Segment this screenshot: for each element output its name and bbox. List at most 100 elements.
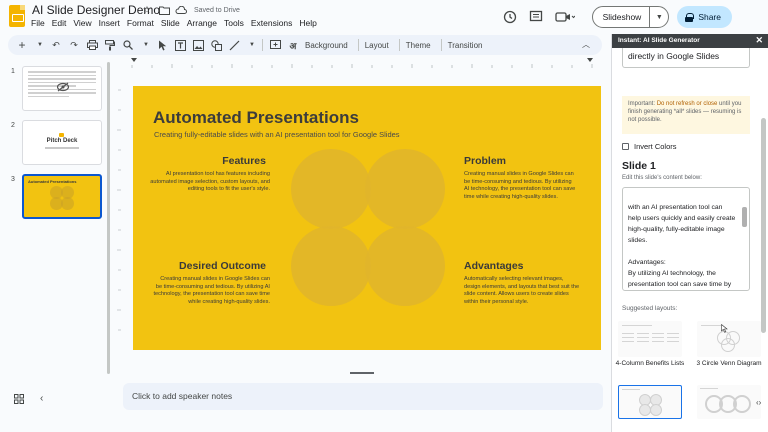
saved-status: Saved to Drive: [194, 6, 240, 14]
chevron-left-icon[interactable]: ‹: [40, 393, 43, 404]
problem-body[interactable]: Creating manual slides in Google Slides …: [464, 171, 578, 201]
slide-thumbnail-3[interactable]: Automated Presentations: [22, 174, 102, 219]
prompt-textarea[interactable]: directly in Google Slides: [622, 48, 750, 68]
share-label: Share: [698, 12, 721, 22]
image-icon[interactable]: [192, 39, 204, 51]
features-body[interactable]: AI presentation tool has features includ…: [146, 171, 270, 194]
thumbnail-title: Pitch Deck: [46, 138, 78, 144]
toolbar-divider: [440, 39, 442, 51]
input-tools-icon[interactable]: अ: [287, 39, 299, 51]
layout-card-rings[interactable]: [697, 385, 761, 419]
close-icon[interactable]: ✕: [755, 35, 763, 46]
advantages-body[interactable]: Automatically selecting relevant images,…: [464, 276, 581, 306]
venn-circle[interactable]: [365, 149, 445, 229]
redo-icon[interactable]: ↷: [68, 39, 80, 51]
chevron-down-icon[interactable]: ▼: [246, 39, 258, 51]
slide-canvas[interactable]: Automated Presentations Creating fully-e…: [133, 86, 601, 350]
undo-icon[interactable]: ↶: [50, 39, 62, 51]
layout-name[interactable]: 3 Circle Venn Diagram: [694, 359, 764, 368]
add-slide-icon[interactable]: +: [16, 38, 28, 52]
edit-content-label: Edit this slide's content below:: [622, 175, 702, 181]
venn-circle[interactable]: [291, 149, 371, 229]
speaker-notes-placeholder: Click to add speaker notes: [132, 391, 233, 401]
add-comment-icon[interactable]: [269, 39, 281, 51]
chevron-down-icon[interactable]: ▼: [140, 39, 152, 51]
advantages-heading[interactable]: Advantages: [464, 260, 524, 272]
layout-card-venn[interactable]: [697, 321, 761, 357]
thumbnail-subtitle-line: [45, 147, 79, 149]
menu-insert[interactable]: Insert: [99, 18, 120, 28]
select-cursor-icon[interactable]: [156, 39, 168, 51]
slideshow-button[interactable]: Slideshow ▼: [591, 6, 670, 28]
desired-outcome-heading[interactable]: Desired Outcome: [153, 260, 266, 272]
slides-logo-icon[interactable]: [9, 5, 25, 27]
warning-highlight: Do not refresh or close: [656, 101, 718, 107]
share-button[interactable]: Share: [677, 6, 732, 28]
menu-tools[interactable]: Tools: [224, 18, 244, 28]
slide-thumbnail-2[interactable]: Pitch Deck: [22, 120, 102, 165]
filmstrip-scrollbar[interactable]: [107, 62, 110, 374]
chevron-up-icon[interactable]: ︿: [582, 39, 590, 50]
notes-resize-handle[interactable]: [350, 372, 374, 374]
menu-extensions[interactable]: Extensions: [251, 18, 293, 28]
layout-name[interactable]: 4-Column Benefits Lists: [615, 359, 685, 368]
toolbar: + ▼ ↶ ↷ ▼ ▼ अ Background Layout Theme Tr…: [8, 35, 602, 55]
slide-content-textarea[interactable]: with an AI presentation tool can help us…: [622, 187, 750, 291]
move-folder-icon[interactable]: [158, 4, 170, 16]
desired-outcome-body[interactable]: Creating manual slides in Google Slides …: [153, 276, 270, 306]
grid-view-icon[interactable]: [14, 394, 24, 407]
slide-title[interactable]: Automated Presentations: [153, 108, 359, 128]
theme-button[interactable]: Theme: [406, 41, 431, 50]
problem-heading[interactable]: Problem: [464, 155, 506, 167]
hidden-slide-icon: [57, 82, 69, 92]
invert-colors-option[interactable]: Invert Colors: [622, 142, 677, 151]
cloud-saved-icon[interactable]: [175, 4, 187, 16]
panel-scrollbar[interactable]: [761, 118, 766, 333]
shape-icon[interactable]: [210, 39, 222, 51]
mouse-pointer-icon: [721, 324, 728, 333]
toolbar-divider: [262, 39, 263, 51]
meet-camera-icon[interactable]: [554, 9, 576, 25]
line-icon[interactable]: [228, 39, 240, 51]
layout-button[interactable]: Layout: [365, 41, 389, 50]
features-heading[interactable]: Features: [153, 155, 266, 167]
expand-arrows-icon[interactable]: ‹›: [756, 398, 761, 407]
print-icon[interactable]: [86, 39, 98, 51]
venn-circle[interactable]: [365, 226, 445, 306]
chevron-down-icon[interactable]: ▼: [34, 39, 46, 51]
speaker-notes[interactable]: Click to add speaker notes: [123, 383, 603, 410]
slide-subtitle[interactable]: Creating fully-editable slides with an A…: [154, 130, 400, 139]
lock-icon: [685, 12, 695, 22]
textarea-scrollbar[interactable]: [742, 207, 747, 227]
layout-card-4-column[interactable]: [618, 321, 682, 357]
invert-colors-label: Invert Colors: [634, 142, 677, 151]
menu-bar: File Edit View Insert Format Slide Arran…: [31, 18, 317, 28]
slideshow-label[interactable]: Slideshow: [593, 7, 651, 27]
star-icon[interactable]: ☆: [141, 4, 153, 16]
comments-icon[interactable]: [528, 9, 544, 25]
menu-view[interactable]: View: [73, 18, 91, 28]
vertical-ruler: [117, 89, 121, 331]
slide-content-text: with an AI presentation tool can help us…: [628, 204, 736, 288]
paint-format-icon[interactable]: [104, 39, 116, 51]
text-box-icon[interactable]: [174, 39, 186, 51]
title-icons: ☆ Saved to Drive: [141, 4, 240, 16]
transition-button[interactable]: Transition: [448, 41, 483, 50]
zoom-icon[interactable]: [122, 39, 134, 51]
invert-colors-checkbox[interactable]: [622, 143, 629, 150]
background-button[interactable]: Background: [305, 41, 348, 50]
slide-number: 2: [11, 122, 15, 129]
venn-circle[interactable]: [291, 226, 371, 306]
warning-prefix: Important:: [628, 101, 657, 107]
menu-edit[interactable]: Edit: [52, 18, 67, 28]
slide-thumbnail-1[interactable]: [22, 66, 102, 111]
chevron-down-icon[interactable]: ▼: [650, 14, 668, 21]
layout-card-circles[interactable]: [618, 385, 682, 419]
menu-slide[interactable]: Slide: [161, 18, 180, 28]
menu-help[interactable]: Help: [299, 18, 316, 28]
menu-file[interactable]: File: [31, 18, 45, 28]
menu-arrange[interactable]: Arrange: [187, 18, 217, 28]
warning-box: Important: Do not refresh or close until…: [622, 96, 750, 134]
history-icon[interactable]: [502, 9, 518, 25]
menu-format[interactable]: Format: [127, 18, 154, 28]
